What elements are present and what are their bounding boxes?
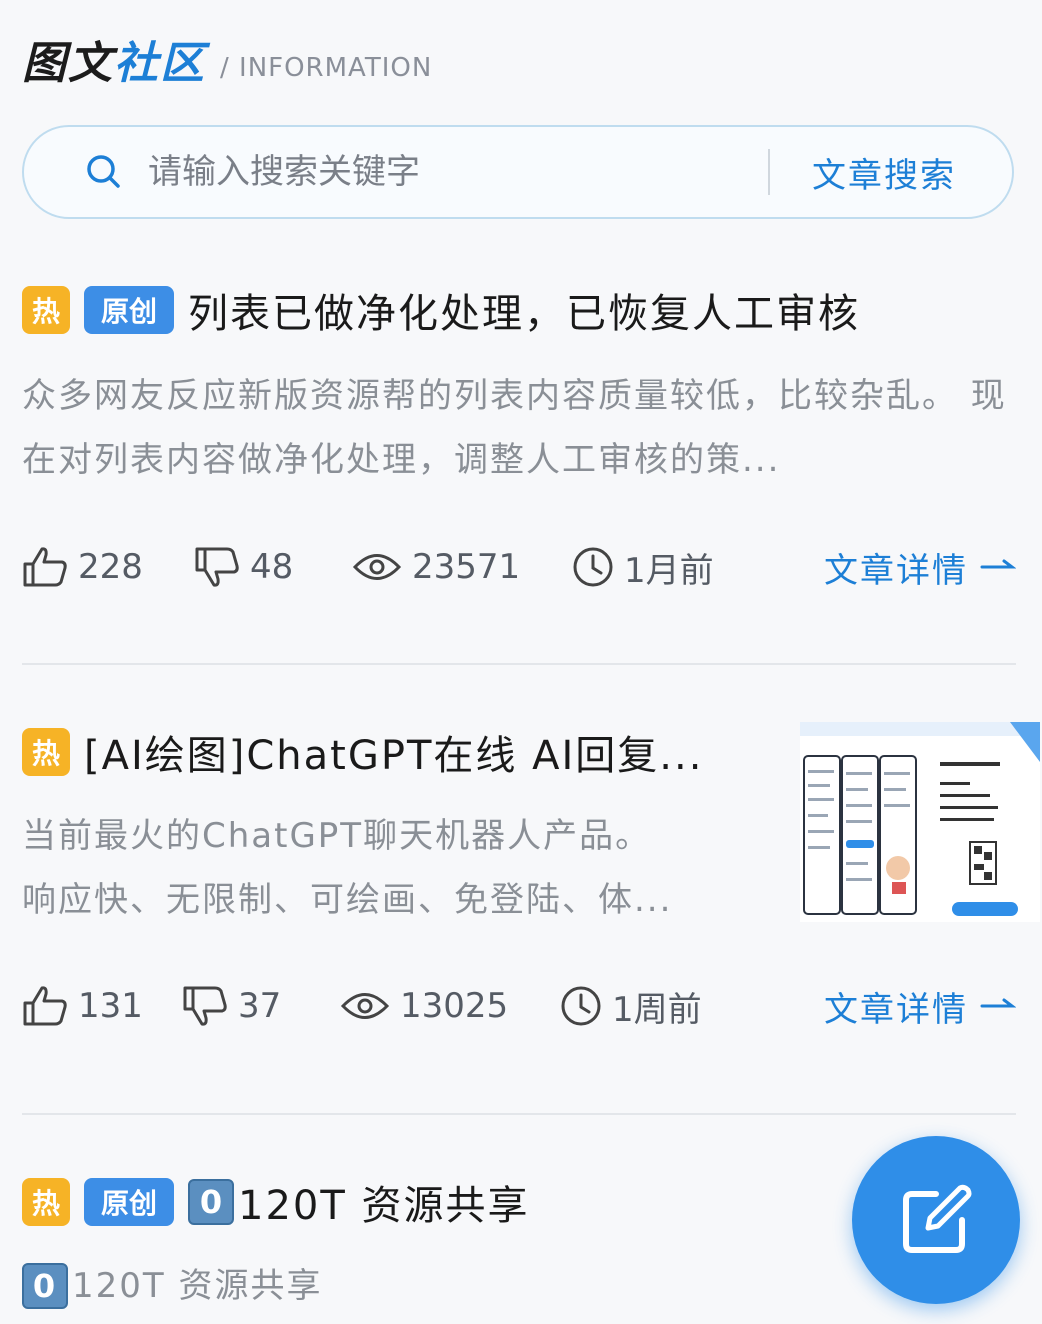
- dislike-count-value: 48: [250, 547, 294, 587]
- thumbs-up-icon: [23, 547, 67, 587]
- post-description-text: 120T 资源共享: [72, 1266, 323, 1306]
- post-thumbnail[interactable]: [800, 722, 1040, 922]
- search-divider: [768, 149, 770, 195]
- keycap-zero-emoji: 0: [22, 1263, 68, 1309]
- hot-badge: 热: [22, 286, 70, 334]
- article-detail-link[interactable]: 文章详情: [824, 543, 1016, 592]
- header-subtitle: / INFORMATION: [220, 53, 433, 83]
- clock-icon: [573, 547, 613, 587]
- clock-icon: [561, 986, 601, 1026]
- post-title[interactable]: [AI绘图]ChatGPT在线 AI回复...: [84, 723, 764, 781]
- arrow-right-icon: [980, 559, 1016, 569]
- post-title-row: 热 原创 列表已做净化处理，已恢复人工审核: [22, 280, 1016, 340]
- post-time-value: 1月前: [624, 550, 714, 591]
- search-bar: 文章搜索: [22, 125, 1014, 219]
- original-badge: 原创: [84, 286, 174, 334]
- view-count: 13025: [340, 986, 560, 1026]
- search-input[interactable]: [148, 152, 748, 192]
- eye-icon: [340, 993, 390, 1019]
- post-title[interactable]: 列表已做净化处理，已恢复人工审核: [188, 281, 860, 339]
- post-card[interactable]: 热 原创 列表已做净化处理，已恢复人工审核 众多网友反应新版资源帮的列表内容质量…: [22, 280, 1016, 597]
- keycap-zero-emoji: 0: [188, 1179, 234, 1225]
- original-badge: 原创: [84, 1178, 174, 1226]
- hot-badge: 热: [22, 728, 70, 776]
- eye-icon: [352, 554, 402, 580]
- thumbs-down-icon: [183, 986, 227, 1026]
- like-count[interactable]: 131: [22, 985, 182, 1027]
- post-description: 当前最火的ChatGPT聊天机器人产品。 响应快、无限制、可绘画、免登陆、体..…: [22, 804, 762, 932]
- like-count[interactable]: 228: [22, 546, 194, 588]
- dislike-count-value: 37: [238, 986, 282, 1026]
- post-description-line: 当前最火的ChatGPT聊天机器人产品。: [22, 816, 652, 856]
- thumbs-up-icon: [23, 986, 67, 1026]
- post-time: 1月前: [572, 543, 714, 592]
- article-detail-link[interactable]: 文章详情: [824, 982, 1016, 1031]
- view-count-value: 23571: [412, 547, 521, 587]
- brand-logo: 图文社区: [22, 38, 206, 90]
- post-description-line: 响应快、无限制、可绘画、免登陆、体...: [22, 880, 673, 920]
- view-count: 23571: [352, 547, 572, 587]
- like-count-value: 228: [78, 547, 143, 587]
- dislike-count[interactable]: 37: [182, 985, 340, 1027]
- post-description: 众多网友反应新版资源帮的列表内容质量较低，比较杂乱。 现在对列表内容做净化处理，…: [22, 376, 1007, 480]
- compose-fab-button[interactable]: [852, 1136, 1020, 1304]
- search-icon: [87, 155, 120, 188]
- post-divider: [22, 663, 1016, 665]
- hot-badge: 热: [22, 1178, 70, 1226]
- edit-icon: [903, 1184, 972, 1253]
- search-button[interactable]: 文章搜索: [812, 148, 956, 197]
- post-time-value: 1周前: [612, 989, 702, 1030]
- post-meta: 228 48 23571 1月前 文章详情: [22, 537, 1016, 597]
- post-time: 1周前: [560, 982, 702, 1031]
- post-meta: 131 37 13025 1周前 文章详情: [22, 976, 1016, 1036]
- view-count-value: 13025: [400, 986, 509, 1026]
- thumbs-down-icon: [195, 547, 239, 587]
- arrow-right-icon: [980, 998, 1016, 1008]
- post-title[interactable]: 120T 资源共享: [238, 1173, 530, 1231]
- brand-text-dark: 图文: [22, 38, 114, 89]
- post-divider: [22, 1113, 1016, 1115]
- brand-text-blue: 社区: [114, 38, 206, 89]
- post-card[interactable]: 热 [AI绘图]ChatGPT在线 AI回复... 当前最火的ChatGPT聊天…: [22, 722, 1040, 1036]
- dislike-count[interactable]: 48: [194, 546, 352, 588]
- article-detail-label: 文章详情: [824, 550, 968, 591]
- like-count-value: 131: [78, 986, 143, 1026]
- page-header: 图文社区 / INFORMATION: [22, 30, 432, 90]
- article-detail-label: 文章详情: [824, 989, 968, 1030]
